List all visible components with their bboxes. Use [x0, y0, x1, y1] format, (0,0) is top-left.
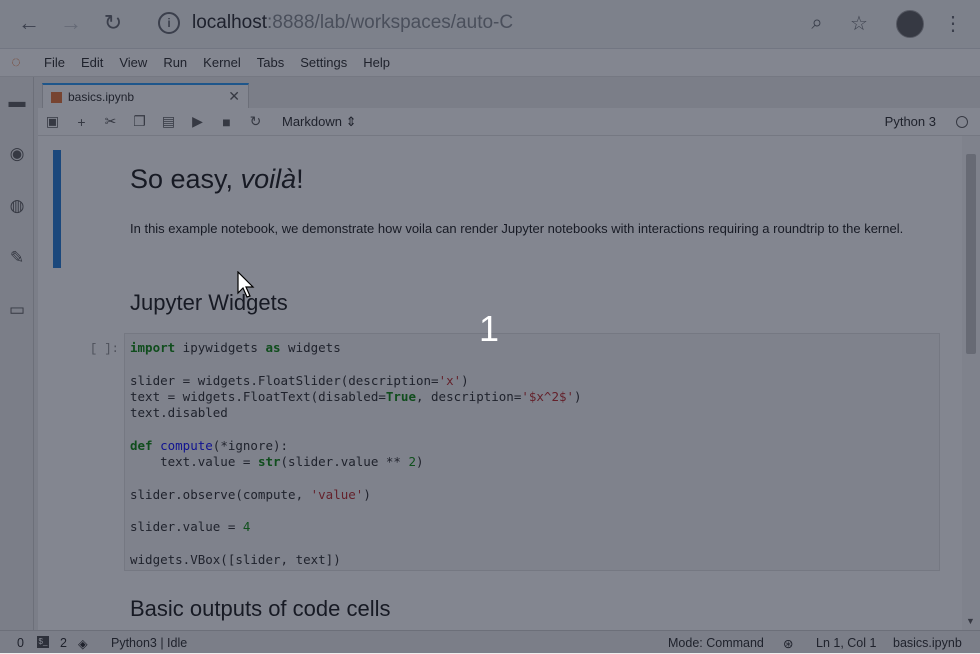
heading-italic-text: voilà	[240, 164, 297, 194]
scrollbar-thumb[interactable]	[966, 154, 976, 354]
running-icon[interactable]: ◉	[6, 143, 28, 165]
back-arrow-icon[interactable]: ←	[14, 8, 44, 38]
code-cell[interactable]: import ipywidgets as widgets slider = wi…	[124, 333, 940, 571]
notebook-heading: So easy, voilà!	[130, 164, 304, 195]
more-vert-icon[interactable]: ⋮	[938, 8, 968, 38]
paste-icon[interactable]: ▤	[154, 113, 183, 130]
reload-icon[interactable]: ↻	[98, 8, 128, 38]
menu-edit[interactable]: Edit	[73, 55, 111, 70]
kernel-status[interactable]: Python3 | Idle	[111, 636, 187, 650]
kernel-status-icon	[956, 116, 968, 128]
mode-indicator: Mode: Command	[668, 636, 764, 650]
kernel-count[interactable]: 2	[60, 636, 67, 650]
notebook-tab-label: basics.ipynb	[68, 90, 135, 104]
menu-run[interactable]: Run	[155, 55, 195, 70]
notebook-tab[interactable]: basics.ipynb ✕	[42, 83, 249, 109]
folder-icon[interactable]: ▬	[6, 91, 28, 113]
updown-icon: ⇕	[345, 113, 357, 129]
cell-prompt: [ ]:	[90, 342, 119, 356]
info-icon[interactable]: i	[158, 12, 180, 34]
status-bar: 0 $_ 2 ◈ Python3 | Idle Mode: Command ⊛ …	[0, 630, 980, 654]
step-number: 1	[479, 308, 500, 349]
current-file: basics.ipynb	[893, 636, 962, 650]
menu-kernel[interactable]: Kernel	[195, 55, 249, 70]
run-icon[interactable]: ▶	[183, 113, 212, 130]
scrollbar[interactable]: ▼	[962, 136, 980, 630]
tabs-icon[interactable]: ▭	[6, 299, 28, 321]
notebook-icon	[51, 91, 62, 103]
menu-help[interactable]: Help	[355, 55, 398, 70]
restart-icon[interactable]: ↻	[241, 113, 270, 130]
section-heading-widgets: Jupyter Widgets	[130, 290, 288, 315]
notebook-panel[interactable]: So easy, voilà! In this example notebook…	[38, 136, 980, 630]
cursor-position[interactable]: Ln 1, Col 1	[816, 636, 876, 650]
heading-end-text: !	[296, 164, 304, 194]
menu-view[interactable]: View	[111, 55, 155, 70]
cell-type-select[interactable]: Markdown ⇕	[282, 114, 357, 130]
scroll-down-icon[interactable]: ▼	[966, 616, 975, 626]
add-cell-icon[interactable]: +	[67, 114, 96, 130]
star-icon[interactable]: ☆	[844, 8, 874, 38]
bug-icon[interactable]: ⊛	[783, 636, 793, 651]
terminal-icon: $_	[37, 636, 49, 648]
wrench-icon[interactable]: ✎	[6, 247, 28, 269]
browser-toolbar: ← → ↻ i localhost:8888/lab/workspaces/au…	[0, 0, 980, 49]
save-icon[interactable]: ▣	[38, 113, 67, 130]
url-path: :8888/lab/workspaces/auto-C	[267, 12, 514, 33]
kernel-name[interactable]: Python 3	[885, 114, 936, 129]
avatar[interactable]	[896, 10, 924, 38]
menu-file[interactable]: File	[36, 55, 73, 70]
cut-icon[interactable]: ✂	[96, 113, 125, 130]
kernel-sessions-icon: ◈	[78, 637, 88, 651]
intro-paragraph: In this example notebook, we demonstrate…	[130, 221, 904, 236]
address-bar[interactable]: i localhost:8888/lab/workspaces/auto-C	[150, 6, 800, 40]
terminal-count[interactable]: 0	[17, 636, 24, 650]
section-heading-outputs: Basic outputs of code cells	[130, 596, 391, 621]
active-cell-marker	[53, 150, 61, 268]
menu-settings[interactable]: Settings	[292, 55, 355, 70]
menu-tabs[interactable]: Tabs	[249, 55, 292, 70]
url-host: localhost	[192, 12, 267, 33]
notebook-toolbar: ▣ + ✂ ❐ ▤ ▶ ■ ↻ Markdown ⇕ Python 3	[38, 108, 980, 136]
left-sidebar: ▬ ◉ ◍ ✎ ▭	[0, 77, 34, 630]
zoom-icon[interactable]: ⌕	[802, 8, 832, 38]
forward-arrow-icon[interactable]: →	[56, 8, 86, 38]
close-icon[interactable]: ✕	[228, 88, 240, 105]
main-area: basics.ipynb ✕ ▣ + ✂ ❐ ▤ ▶ ■ ↻ Markdown …	[34, 77, 980, 630]
jupyter-logo-icon: ◌	[11, 54, 21, 71]
heading-text: So easy,	[130, 164, 241, 194]
stop-icon[interactable]: ■	[212, 114, 241, 130]
palette-icon[interactable]: ◍	[6, 195, 28, 217]
copy-icon[interactable]: ❐	[125, 113, 154, 130]
cell-type-label: Markdown	[282, 113, 342, 129]
menu-bar: ◌ File Edit View Run Kernel Tabs Setting…	[0, 49, 980, 77]
